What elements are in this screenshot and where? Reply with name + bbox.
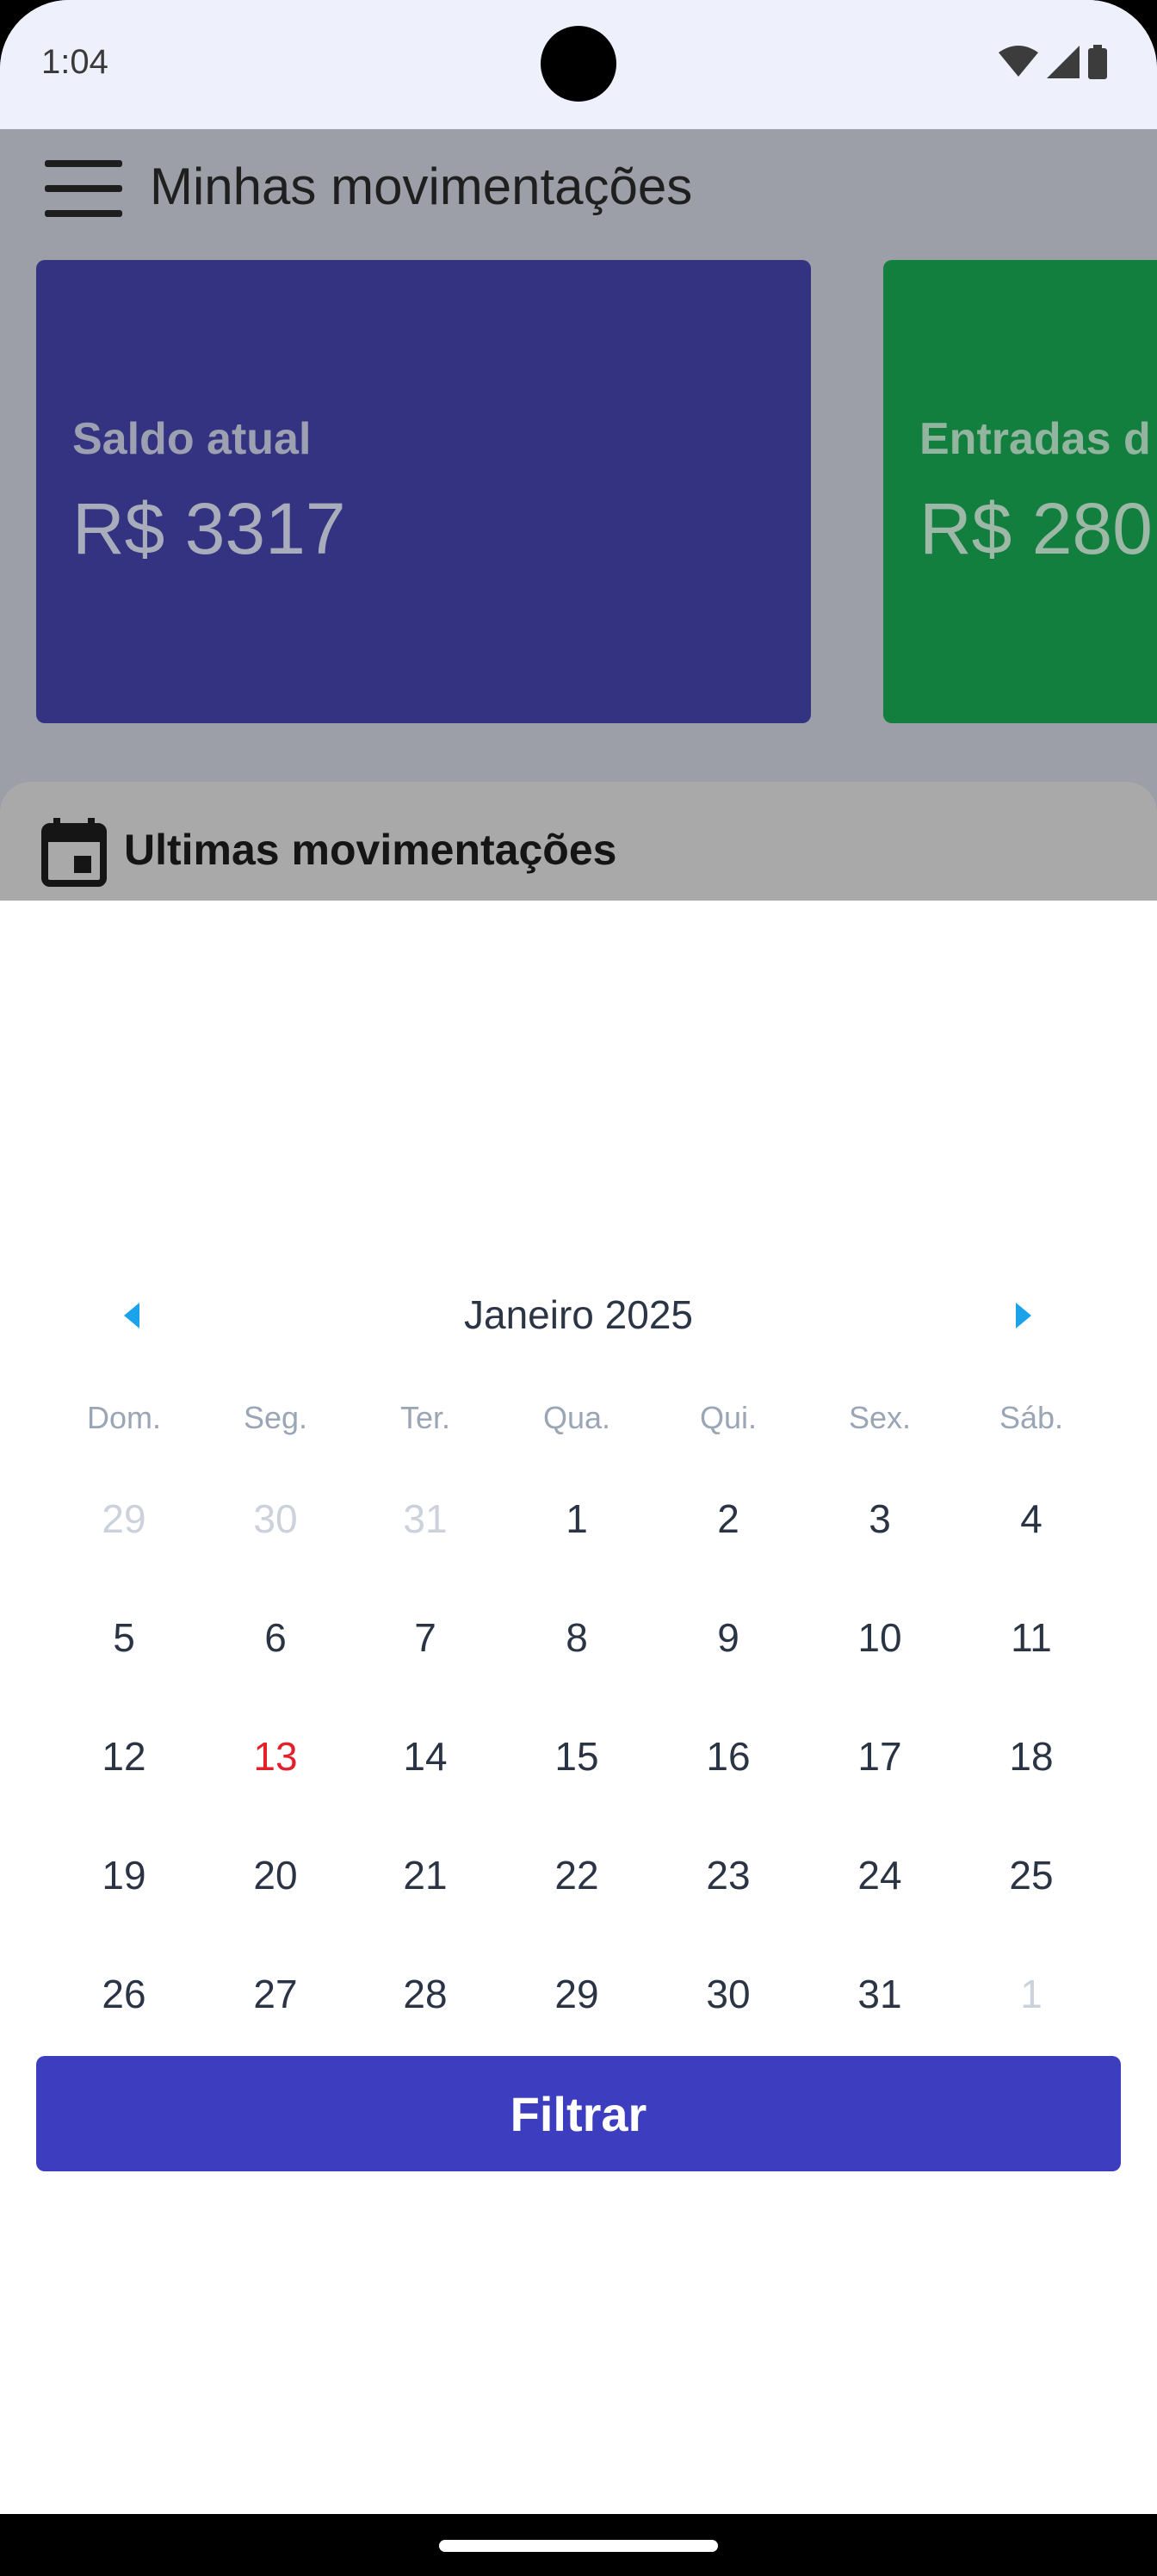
hamburger-menu-icon[interactable]	[45, 160, 122, 217]
calendar-day[interactable]: 1	[956, 1942, 1107, 2046]
gesture-navigation-bar[interactable]	[439, 2540, 718, 2552]
calendar-day[interactable]: 15	[501, 1705, 653, 1808]
weekday-label: Seg.	[243, 1400, 308, 1435]
calendar-day[interactable]: 29	[501, 1942, 653, 2046]
calendar-day[interactable]: 28	[350, 1942, 501, 2046]
weekday-header: Dom. Seg. Ter. Qua. Qui. Sex. Sáb.	[0, 1400, 1157, 1452]
calendar-day[interactable]: 31	[350, 1467, 501, 1570]
app-background-dimmed: Minhas movimentações Saldo atual R$ 3317…	[0, 129, 1157, 901]
calendar-day[interactable]: 26	[48, 1942, 200, 2046]
phone-screen: 1:04 Minhas movimentações Saldo atual R$…	[0, 0, 1157, 2514]
entradas-card: Entradas d R$ 280	[883, 260, 1157, 723]
month-title: Janeiro 2025	[464, 1292, 693, 1337]
calendar-day[interactable]: 10	[804, 1586, 956, 1689]
calendar-day[interactable]: 27	[200, 1942, 351, 2046]
saldo-card: Saldo atual R$ 3317	[36, 260, 811, 723]
calendar-day[interactable]: 7	[350, 1586, 501, 1689]
calendar-day[interactable]: 29	[48, 1467, 200, 1570]
weekday-label: Sex.	[848, 1400, 912, 1435]
status-icons	[999, 45, 1107, 79]
calendar-day[interactable]: 1	[501, 1467, 653, 1570]
status-bar: 1:04	[0, 0, 1157, 129]
weekday-label: Dom.	[86, 1400, 161, 1435]
recent-transactions-panel: Ultimas movimentações	[0, 782, 1157, 901]
calendar-day-today[interactable]: 13	[200, 1705, 351, 1808]
card-label: Saldo atual	[72, 414, 312, 464]
filter-button[interactable]: Filtrar	[36, 2056, 1121, 2171]
calendar-day[interactable]: 2	[653, 1467, 804, 1570]
calendar-day[interactable]: 11	[956, 1586, 1107, 1689]
calendar-day[interactable]: 17	[804, 1705, 956, 1808]
calendar-day[interactable]: 14	[350, 1705, 501, 1808]
calendar-day[interactable]: 21	[350, 1824, 501, 1927]
calendar-day[interactable]: 4	[956, 1467, 1107, 1570]
calendar-day[interactable]: 19	[48, 1824, 200, 1927]
camera-cutout	[541, 26, 616, 102]
weekday-label: Qua.	[542, 1400, 611, 1435]
calendar-day[interactable]: 20	[200, 1824, 351, 1927]
card-value: R$ 280	[919, 488, 1153, 569]
calendar-day[interactable]: 30	[200, 1467, 351, 1570]
calendar-day[interactable]: 8	[501, 1586, 653, 1689]
battery-icon	[1088, 45, 1107, 79]
calendar-icon	[41, 818, 107, 887]
calendar-day[interactable]: 25	[956, 1824, 1107, 1927]
next-month-button[interactable]	[999, 1291, 1047, 1340]
calendar-day[interactable]: 22	[501, 1824, 653, 1927]
calendar-day[interactable]: 30	[653, 1942, 804, 2046]
app-title: Minhas movimentações	[150, 158, 693, 215]
calendar-day[interactable]: 9	[653, 1586, 804, 1689]
card-label: Entradas d	[919, 414, 1151, 464]
wifi-icon	[999, 46, 1038, 77]
recent-transactions-title: Ultimas movimentações	[124, 826, 617, 874]
calendar-day[interactable]: 23	[653, 1824, 804, 1927]
weekday-label: Ter.	[399, 1400, 451, 1435]
calendar-header: Janeiro 2025	[0, 1279, 1157, 1348]
date-picker-sheet: Janeiro 2025 Dom. Seg. Ter. Qua. Qui. Sex. Sáb…	[0, 901, 1157, 2514]
card-value: R$ 3317	[72, 488, 346, 569]
status-time: 1:04	[41, 43, 108, 81]
calendar-day[interactable]: 31	[804, 1942, 956, 2046]
weekday-label: Qui.	[699, 1400, 758, 1435]
calendar-day[interactable]: 24	[804, 1824, 956, 1927]
calendar-day[interactable]: 18	[956, 1705, 1107, 1808]
cellular-signal-icon	[1047, 46, 1080, 78]
triangle-right-icon	[1016, 1303, 1031, 1328]
weekday-label: Sáb.	[999, 1400, 1064, 1435]
calendar-day[interactable]: 5	[48, 1586, 200, 1689]
calendar-day[interactable]: 3	[804, 1467, 956, 1570]
calendar-day[interactable]: 6	[200, 1586, 351, 1689]
calendar-day[interactable]: 16	[653, 1705, 804, 1808]
calendar-day[interactable]: 12	[48, 1705, 200, 1808]
